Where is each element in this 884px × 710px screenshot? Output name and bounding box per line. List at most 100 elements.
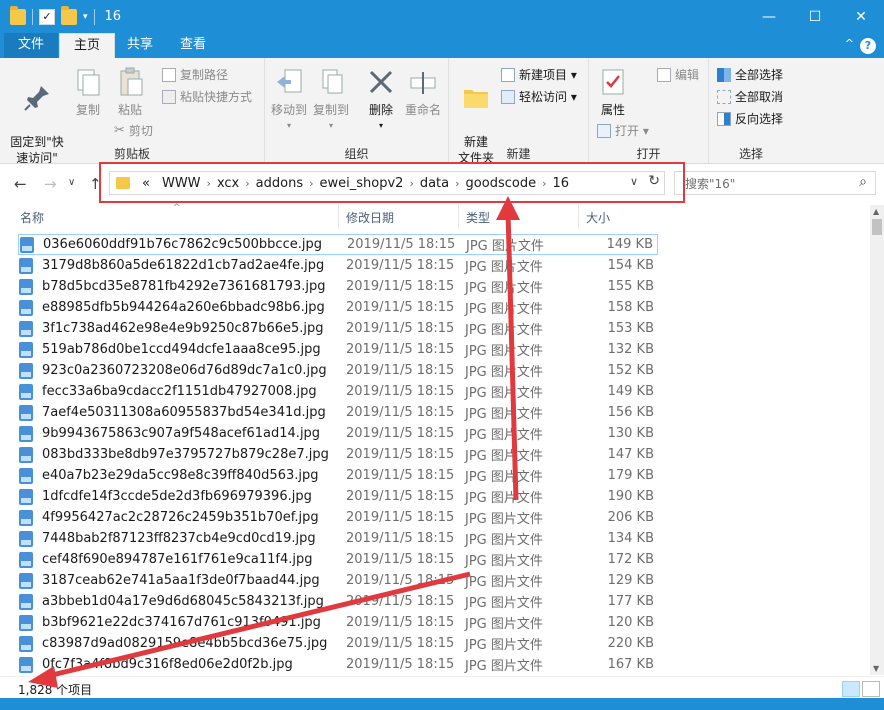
details-view-icon[interactable] [842,681,860,697]
file-size: 154 KB [607,258,654,273]
delete-button[interactable]: 删除 ▾ [365,66,397,134]
move-to-button[interactable]: 移动到 ▾ [269,66,309,134]
copy-to-icon [322,69,343,94]
large-icons-view-icon[interactable] [862,681,880,697]
file-size: 172 KB [607,552,654,567]
file-row[interactable]: 923c0a2360723208e06d76d89dc7a1c0.jpg 2019… [18,360,658,381]
file-size: 134 KB [607,531,654,546]
file-row[interactable]: 4f9956427ac2c28726c2459b351b70ef.jpg 2019… [18,507,658,528]
column-type[interactable]: 类型 [466,209,490,226]
copy-to-button[interactable]: 复制到 ▾ [311,66,351,134]
file-date: 2019/11/5 18:15 [346,405,455,420]
file-row[interactable]: cef48f690e894787e161f761e9ca11f4.jpg 2019… [18,549,658,570]
new-item-button[interactable]: 新建项目 ▾ [501,66,577,83]
move-to-label: 移动到 [270,103,307,117]
column-divider[interactable] [458,205,459,229]
file-type: JPG 图片文件 [465,407,543,422]
jpg-file-icon [19,656,33,673]
file-row[interactable]: fecc33a6ba9cdacc2f1151db47927008.jpg 2019… [18,381,658,402]
select-none-icon [717,89,731,104]
file-date: 2019/11/5 18:15 [346,594,455,609]
tab-file[interactable]: 文件 [4,33,59,58]
file-row[interactable]: 519ab786d0be1ccd494dcfe1aaa8ce95.jpg 2019… [18,339,658,360]
back-button[interactable]: ← [14,175,27,193]
search-icon[interactable]: ⌕ [859,174,867,190]
select-all-button[interactable]: 全部选择 [717,66,783,83]
vertical-scrollbar[interactable]: ▲ ▼ [870,205,884,675]
file-type: JPG 图片文件 [465,281,543,296]
file-row[interactable]: 9b9943675863c907a9f548acef61ad14.jpg 2019… [18,423,658,444]
paste-shortcut-label: 粘贴快捷方式 [180,90,253,104]
minimize-button[interactable]: — [746,0,792,33]
file-row[interactable]: b3bf9621e22dc374167d761c913f0491.jpg 2019… [18,612,658,633]
recent-locations-button[interactable]: ∨ [68,177,75,188]
file-size: 179 KB [607,468,654,483]
file-name: fecc33a6ba9cdacc2f1151db47927008.jpg [42,384,317,399]
clipboard-group-label: 剪贴板 [113,147,150,161]
scroll-up-icon[interactable]: ▲ [873,207,879,216]
copy-button[interactable]: 复制 [70,66,106,118]
scroll-down-icon[interactable]: ▼ [873,664,879,673]
file-type: JPG 图片文件 [465,596,543,611]
scroll-thumb[interactable] [872,219,882,235]
file-row[interactable]: 7448bab2f87123ff8237cb4e9cd0cd19.jpg 2019… [18,528,658,549]
maximize-button[interactable]: ☐ [792,0,838,33]
file-date: 2019/11/5 18:15 [346,363,455,378]
file-row[interactable]: 3f1c738ad462e98e4e9b9250c87b66e5.jpg 2019… [18,318,658,339]
organize-group-label: 组织 [344,147,369,161]
file-row[interactable]: 0fc7f3a4f8bd9c316f8ed06e2d0f2b.jpg 2019/1… [18,654,658,675]
new-folder-quick-icon[interactable] [61,5,77,25]
collapse-ribbon-icon[interactable]: ^ [845,37,854,50]
help-icon[interactable]: ? [860,38,876,54]
properties-quick-icon[interactable]: ✓ [39,8,55,25]
file-row[interactable]: e88985dfb5b944264a260e6bbadc98b6.jpg 2019… [18,297,658,318]
column-size[interactable]: 大小 [586,209,610,226]
tab-home[interactable]: 主页 [59,33,116,58]
invert-selection-button[interactable]: 反向选择 [717,110,783,127]
file-row[interactable]: c83987d9ad0829159e8e4bb5bcd36e75.jpg 2019… [18,633,658,654]
item-count: 1,828 个项目 [18,683,93,697]
new-item-icon [501,67,515,82]
file-row[interactable]: 083bd333be8db97e3795727b879c28e7.jpg 2019… [18,444,658,465]
search-box[interactable]: 搜索"16" ⌕ [674,171,876,195]
column-divider[interactable] [578,205,579,229]
column-name[interactable]: 名称 [20,209,44,226]
clipboard-group: 固定到"快 速访问" 复制 粘贴 复制路径 粘贴快捷方式 ✂ 剪切 剪贴板 [0,58,265,165]
file-type: JPG 图片文件 [465,470,543,485]
easy-access-button[interactable]: 轻松访问 ▾ [501,88,577,105]
file-row[interactable]: 3179d8b860a5de61822d1cb7ad2ae4fe.jpg 2019… [18,255,658,276]
file-row[interactable]: 7aef4e50311308a60955837bd54e341d.jpg 2019… [18,402,658,423]
tab-share[interactable]: 共享 [113,33,167,58]
sort-indicator-icon: ^ [173,203,181,213]
file-row[interactable]: 036e6060ddf91b76c7862c9c500bbcce.jpg 2019… [18,234,658,255]
properties-label: 属性 [600,103,625,117]
file-row[interactable]: 1dfcdfe14f3ccde5de2d3fb696979396.jpg 2019… [18,486,658,507]
tab-view[interactable]: 查看 [166,33,220,58]
edit-button[interactable]: 编辑 [657,66,699,83]
paste-button[interactable]: 粘贴 [112,66,148,118]
column-divider[interactable] [338,205,339,229]
select-group: 全部选择 全部取消 反向选择 选择 [709,58,793,164]
file-type: JPG 图片文件 [465,344,543,359]
forward-button[interactable]: → [44,175,57,193]
file-row[interactable]: e40a7b23e29da5cc98e8c39ff840d563.jpg 2019… [18,465,658,486]
column-date[interactable]: 修改日期 [346,209,394,226]
file-row[interactable]: a3bbeb1d04a17e9d6d68045c5843213f.jpg 2019… [18,591,658,612]
paste-label: 粘贴 [117,103,142,117]
file-date: 2019/11/5 18:15 [346,384,455,399]
copy-path-button[interactable]: 复制路径 [162,66,228,83]
cut-button[interactable]: ✂ 剪切 [114,122,153,139]
jpg-file-icon [19,383,33,400]
customize-quick-access-icon[interactable]: ▾ [83,12,88,22]
paste-shortcut-button[interactable]: 粘贴快捷方式 [162,88,252,105]
open-button[interactable]: 打开 ▾ [597,122,649,139]
select-none-button[interactable]: 全部取消 [717,88,783,105]
file-row[interactable]: 3187ceab62e741a5aa1f3de0f7baad44.jpg 2019… [18,570,658,591]
close-button[interactable]: ✕ [838,0,884,33]
delete-dropdown-icon: ▾ [378,121,383,130]
file-size: 149 KB [606,237,653,252]
file-row[interactable]: b78d5bcd35e8781fb4292e7361681793.jpg 2019… [18,276,658,297]
properties-button[interactable]: 属性 [593,66,633,118]
rename-button[interactable]: 重命名 [403,66,443,118]
copy-to-dropdown-icon: ▾ [328,121,333,130]
